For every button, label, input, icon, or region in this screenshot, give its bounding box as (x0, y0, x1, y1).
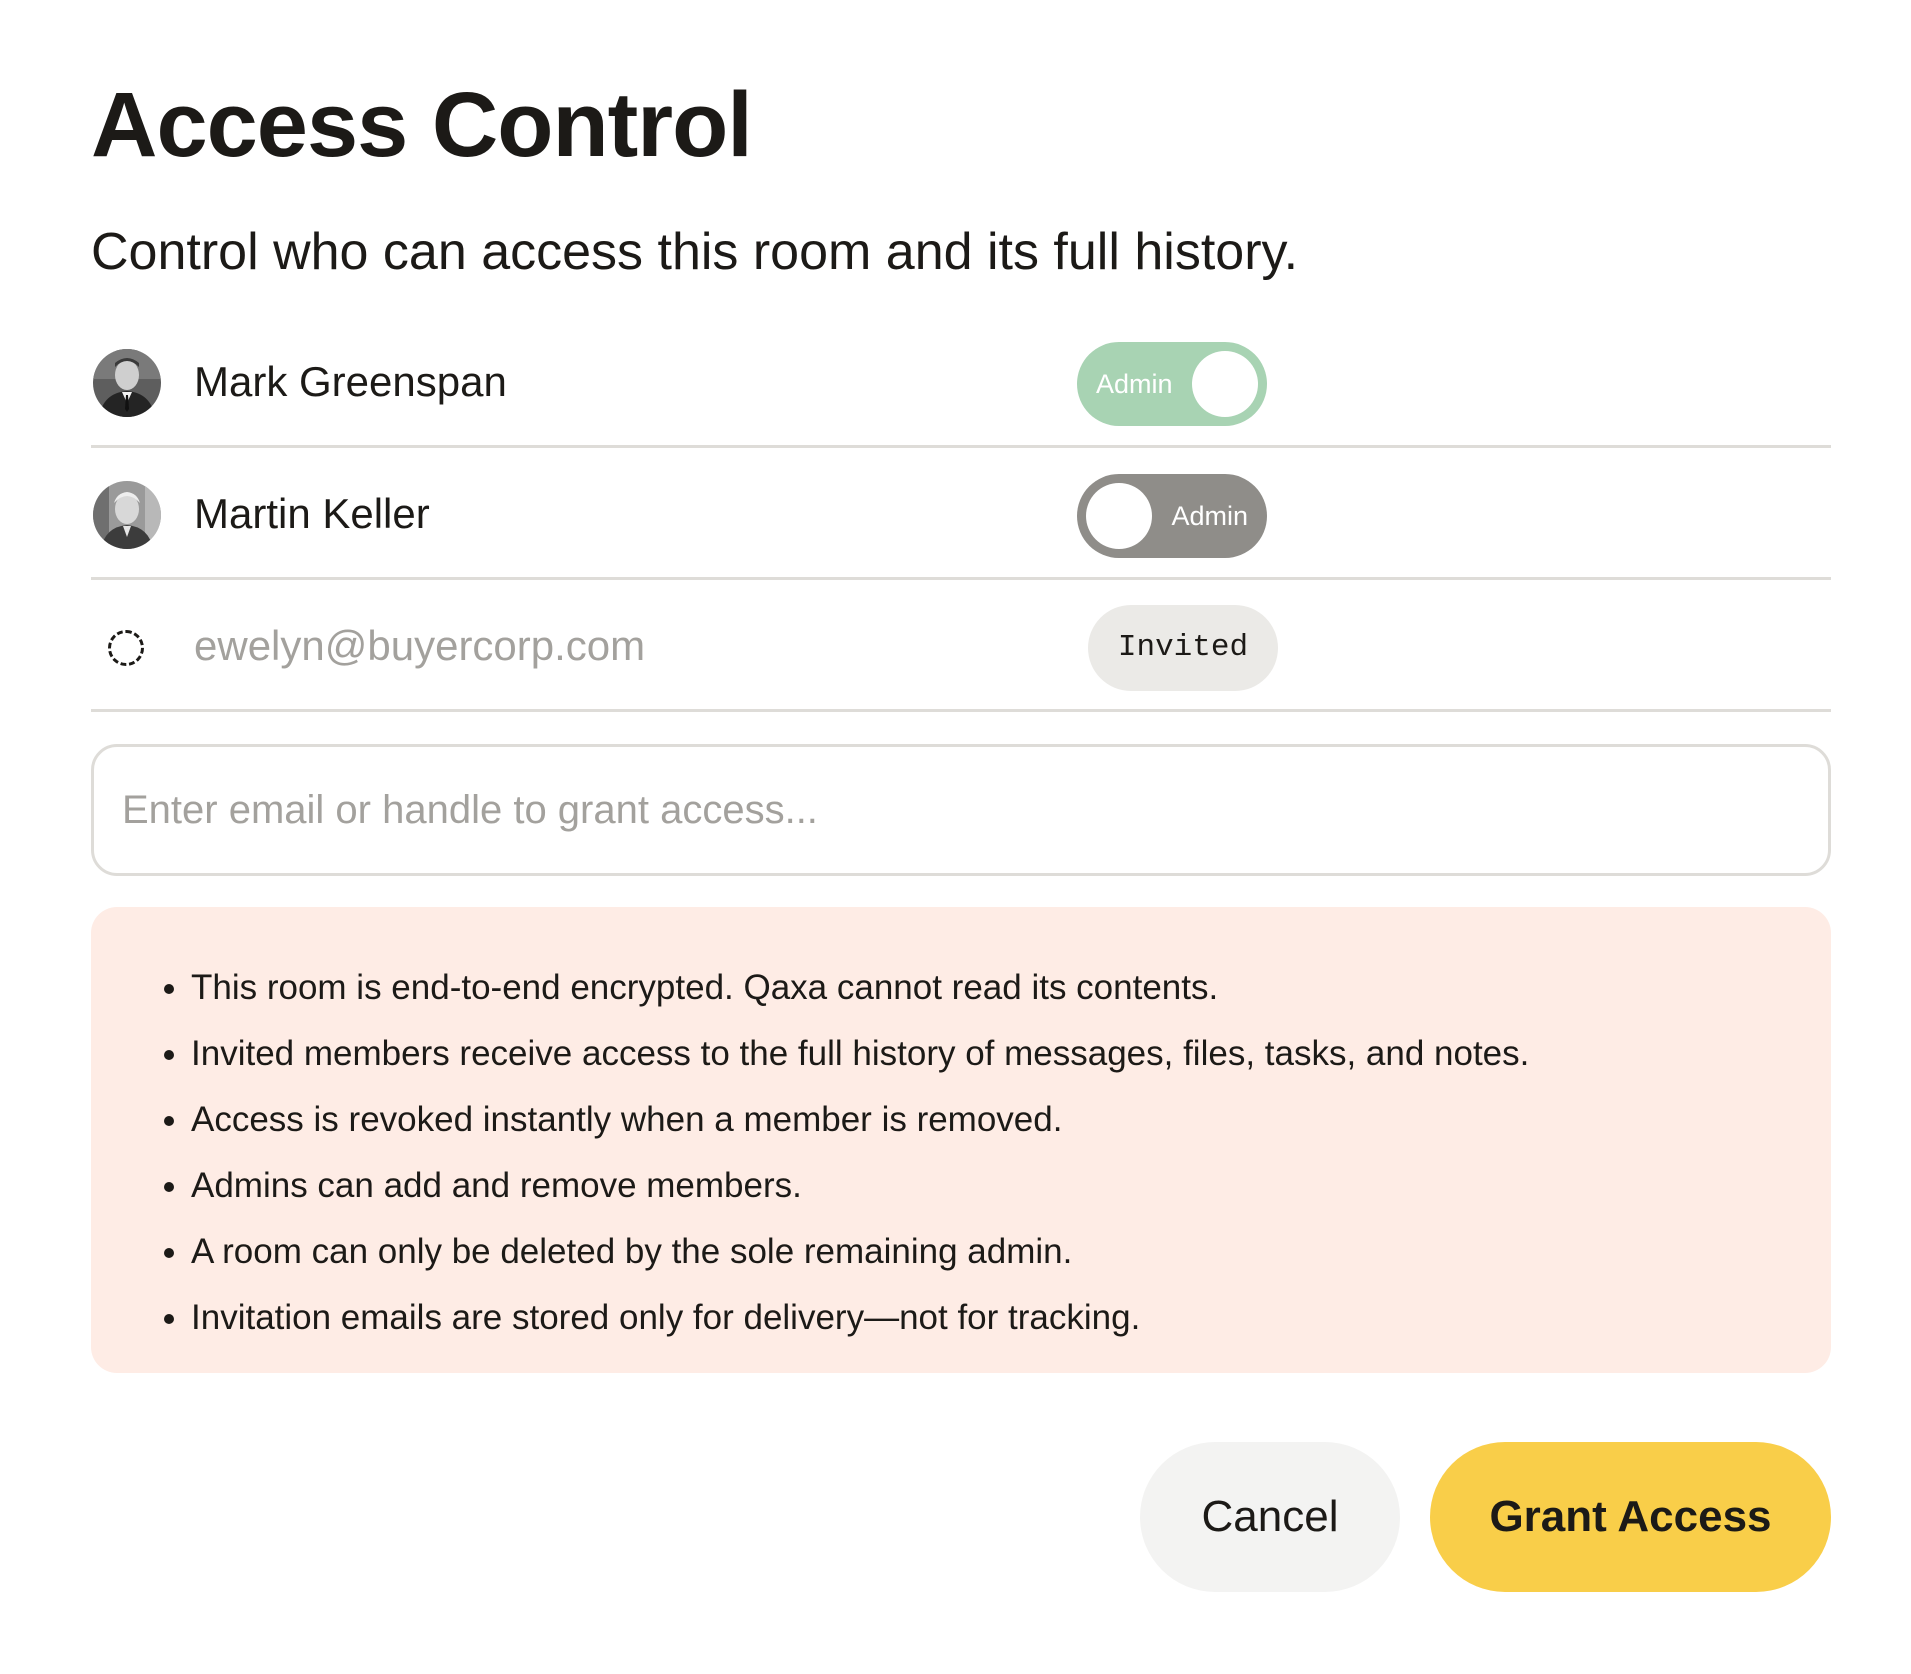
notice-item: Invitation emails are stored only for de… (191, 1285, 1831, 1351)
member-name: Mark Greenspan (194, 358, 507, 405)
toggle-knob (1192, 351, 1258, 417)
admin-toggle[interactable]: Admin (1077, 474, 1267, 558)
notice-item: This room is end-to-end encrypted. Qaxa … (191, 955, 1831, 1021)
avatar (93, 349, 161, 417)
cancel-button[interactable]: Cancel (1140, 1442, 1400, 1592)
avatar (93, 481, 161, 549)
pending-avatar-icon (108, 630, 144, 666)
security-notice: This room is end-to-end encrypted. Qaxa … (91, 907, 1831, 1373)
grant-access-input[interactable] (91, 744, 1831, 876)
member-row: Martin Keller Admin (91, 448, 1831, 580)
admin-toggle-label: Admin (1096, 369, 1173, 399)
grant-access-button[interactable]: Grant Access (1430, 1442, 1831, 1592)
dialog-subtitle: Control who can access this room and its… (91, 223, 1299, 281)
dialog-title: Access Control (91, 74, 753, 176)
member-row-pending: ewelyn@buyercorp.com Invited (91, 580, 1831, 712)
access-control-dialog: Access Control Control who can access th… (91, 70, 1831, 1592)
invited-badge: Invited (1088, 605, 1278, 691)
toggle-knob (1086, 483, 1152, 549)
member-row: Mark Greenspan Admin (91, 316, 1831, 448)
dialog-actions: Cancel Grant Access (1140, 1442, 1831, 1592)
notice-item: Invited members receive access to the fu… (191, 1021, 1831, 1087)
member-list: Mark Greenspan Admin Martin Keller Admin… (91, 316, 1831, 712)
member-name: Martin Keller (194, 490, 430, 537)
notice-item: A room can only be deleted by the sole r… (191, 1219, 1831, 1285)
admin-toggle[interactable]: Admin (1077, 342, 1267, 426)
member-email: ewelyn@buyercorp.com (194, 622, 646, 669)
admin-toggle-label: Admin (1171, 501, 1248, 531)
notice-item: Admins can add and remove members. (191, 1153, 1831, 1219)
notice-list: This room is end-to-end encrypted. Qaxa … (149, 955, 1831, 1351)
notice-item: Access is revoked instantly when a membe… (191, 1087, 1831, 1153)
